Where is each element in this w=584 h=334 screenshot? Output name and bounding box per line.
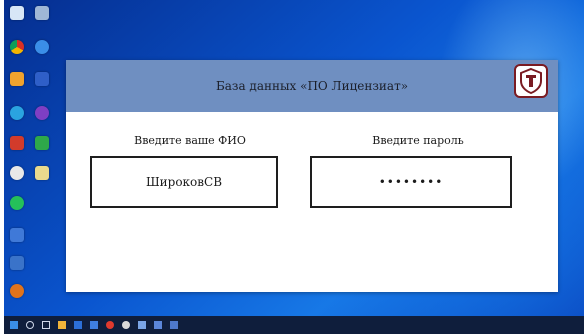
desktop-icon-app-purple[interactable] [31, 106, 53, 130]
document-icon [35, 166, 49, 180]
desktop-icon-edge[interactable] [31, 40, 53, 64]
app-icon [35, 106, 49, 120]
app-icon [10, 284, 24, 298]
app-icon [10, 228, 24, 242]
desktop-icon-folder[interactable] [6, 72, 28, 96]
window-title: База данных «ПО Лицензиат» [215, 79, 409, 93]
search-icon[interactable] [26, 321, 34, 329]
desktop-icon-this-pc[interactable] [31, 6, 53, 30]
title-bar: База данных «ПО Лицензиат» [66, 60, 558, 112]
taskbar [4, 316, 584, 334]
desktop-icon-yandex[interactable] [6, 166, 28, 190]
desktop-screen: База данных «ПО Лицензиат» Введите ваше … [4, 0, 584, 334]
chrome-icon[interactable] [122, 321, 130, 329]
telegram-icon [10, 106, 24, 120]
password-field[interactable]: •••••••• [310, 156, 512, 208]
desktop-icon-chrome[interactable] [6, 40, 28, 64]
desktop-icon-whatsapp[interactable] [6, 196, 28, 220]
shield-icon [520, 67, 542, 95]
name-label: Введите ваше ФИО [134, 134, 246, 147]
chrome-icon [10, 40, 24, 54]
desktop-icon-telegram[interactable] [6, 106, 28, 130]
app-icon [35, 136, 49, 150]
start-icon[interactable] [10, 321, 18, 329]
desktop-icon-recycle-bin[interactable] [6, 6, 28, 30]
app-icon[interactable] [170, 321, 178, 329]
settings-icon[interactable] [106, 321, 114, 329]
explorer-icon[interactable] [58, 321, 66, 329]
app-icon [10, 136, 24, 150]
desktop-icon-app-red[interactable] [6, 136, 28, 160]
task-view-icon[interactable] [42, 321, 50, 329]
store-icon[interactable] [74, 321, 82, 329]
name-field[interactable] [90, 156, 278, 208]
app-icon[interactable] [154, 321, 162, 329]
folder-icon [10, 72, 24, 86]
desktop-icon-app-monitor[interactable] [6, 256, 28, 280]
desktop-icons [4, 0, 60, 316]
shield-logo-icon [514, 64, 548, 98]
desktop-icon-app-orange[interactable] [6, 284, 28, 308]
computer-icon [35, 6, 49, 20]
desktop-icon-app-download[interactable] [6, 228, 28, 252]
recycle-bin-icon [10, 6, 24, 20]
whatsapp-icon [10, 196, 24, 210]
desktop-icon-app-green[interactable] [31, 136, 53, 160]
app-icon [35, 72, 49, 86]
yandex-icon [10, 166, 24, 180]
monitor-icon [10, 256, 24, 270]
desktop-icon-app-blue[interactable] [31, 72, 53, 96]
password-label: Введите пароль [372, 134, 464, 147]
desktop-icon-document[interactable] [31, 166, 53, 190]
edge-icon [35, 40, 49, 54]
login-window: База данных «ПО Лицензиат» Введите ваше … [66, 60, 558, 292]
mail-icon[interactable] [90, 321, 98, 329]
app-icon[interactable] [138, 321, 146, 329]
